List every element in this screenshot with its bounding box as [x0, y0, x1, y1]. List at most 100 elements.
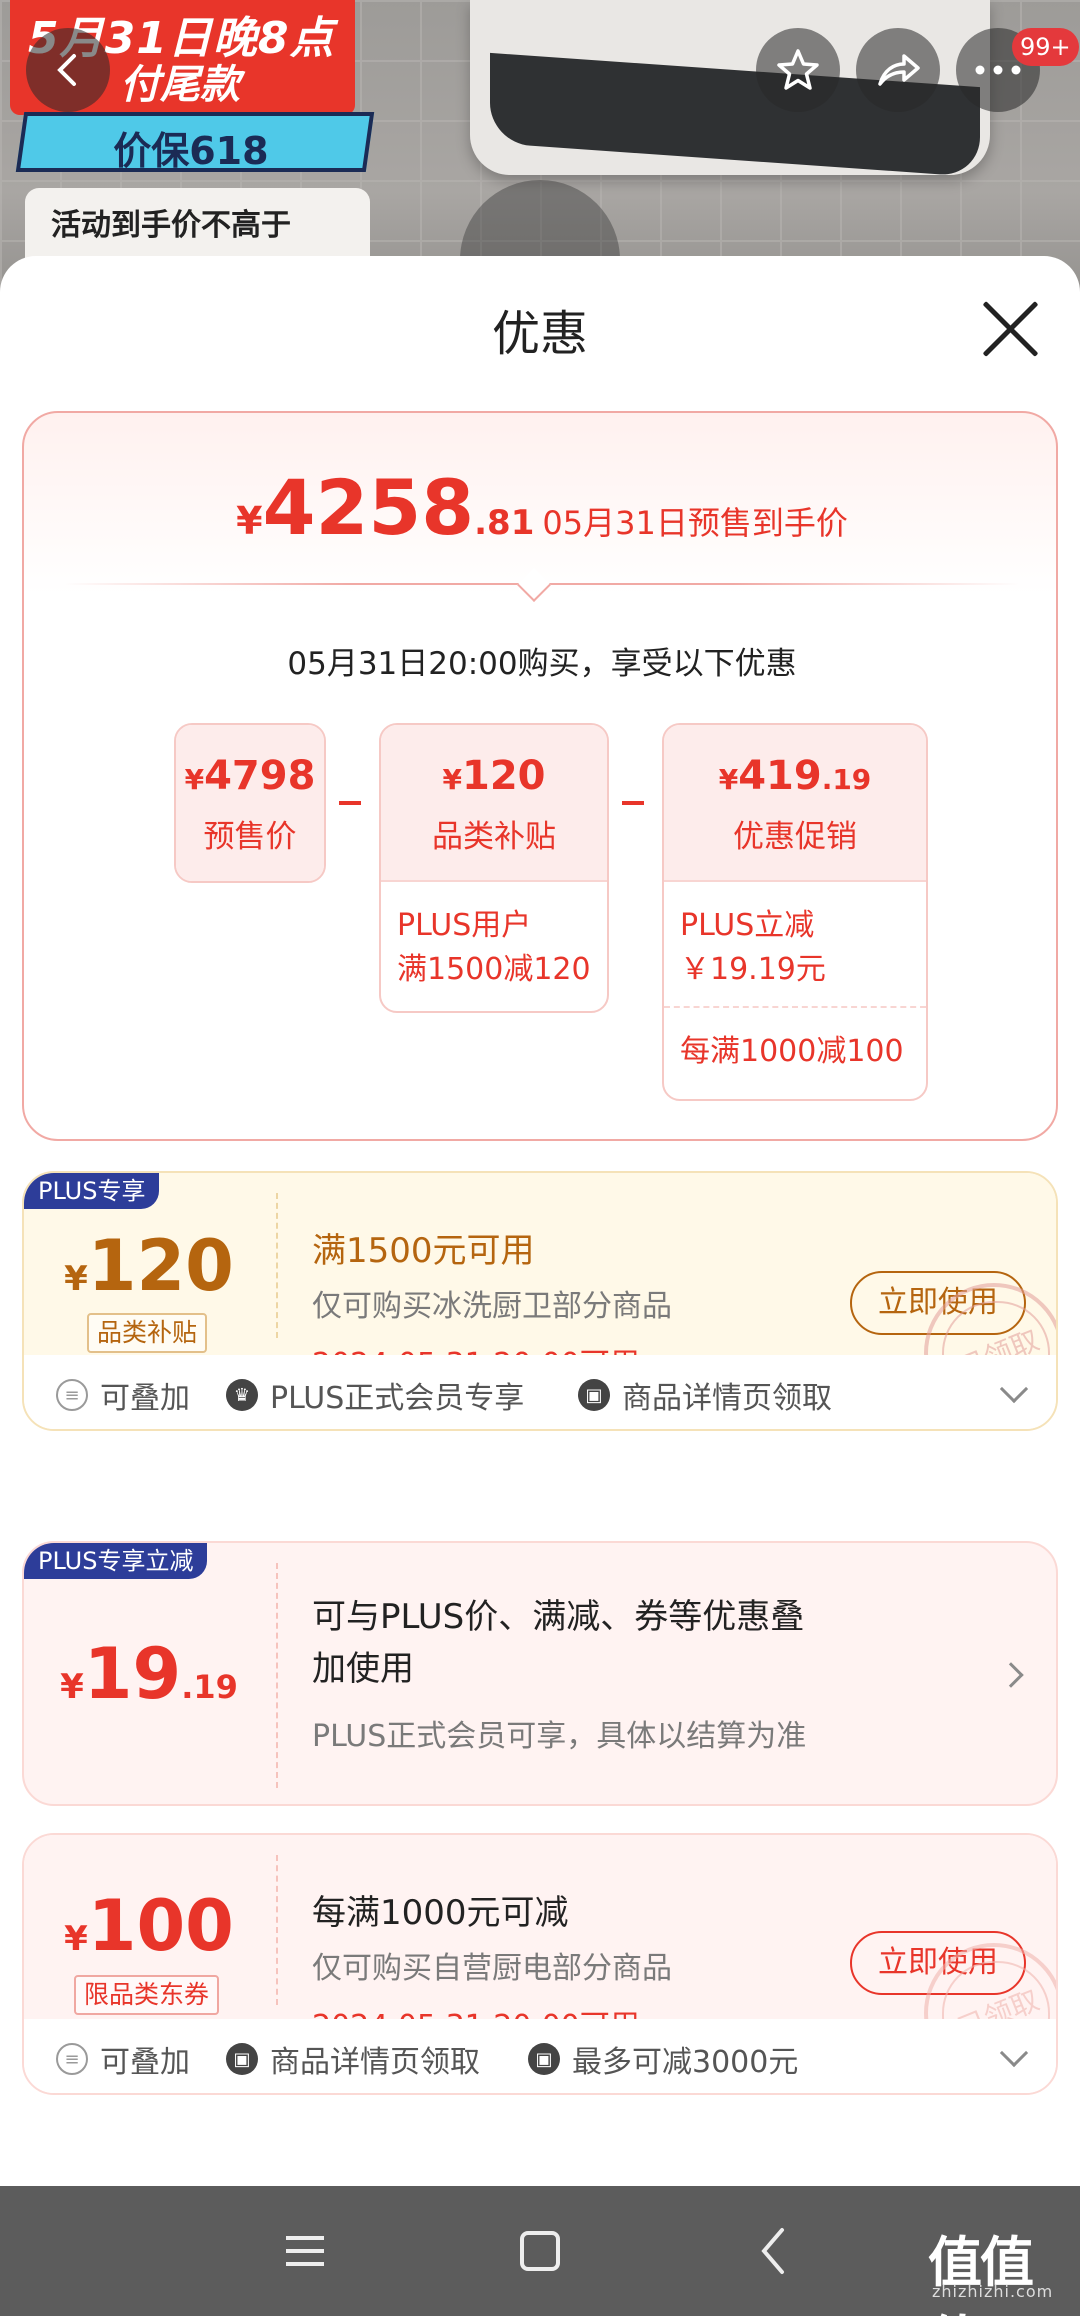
share-icon: [878, 54, 920, 86]
minus-sign: [339, 801, 361, 805]
breakdown-presale-price: ¥4798 预售价: [174, 723, 326, 883]
currency: ¥: [184, 763, 205, 796]
breakdown-promotion: ¥419.19 优惠促销 PLUS立减 ￥19.19元 每满1000减100: [662, 723, 928, 1101]
chevron-down-icon[interactable]: [999, 1374, 1029, 1404]
discount-sheet: 优惠 ¥4258.81 05月31日预售到手价 05月31日20:00购买，享受以…: [0, 256, 1080, 2186]
coupon-plus-discount[interactable]: PLUS专享立减 ¥19.19 可与PLUS价、满减、券等优惠叠 加使用 PLU…: [22, 1541, 1058, 1806]
favorite-button[interactable]: [756, 28, 840, 112]
message-badge: 99+: [1012, 28, 1079, 66]
banner-price-protect: 价保618: [15, 112, 375, 173]
final-price-label: 05月31日预售到手价: [542, 504, 848, 542]
decimal: .19: [821, 763, 872, 796]
chevron-right-icon: [998, 1662, 1024, 1688]
feature-stackable: ≡ 可叠加: [56, 1373, 190, 1417]
breakdown-head: ¥120 品类补贴: [381, 725, 607, 880]
minus-sign: [622, 801, 644, 805]
feature-plus-only: ♛ PLUS正式会员专享: [226, 1373, 524, 1417]
coupon-footer[interactable]: ≡ 可叠加 ♛ PLUS正式会员专享 ▣ 商品详情页领取: [24, 1355, 1056, 1429]
coupon-description: PLUS正式会员可享，具体以结算为准: [312, 1719, 807, 1754]
back-chevron-icon: [761, 2228, 784, 2274]
feature-text: 可叠加: [100, 2045, 190, 2080]
price-summary-card: ¥4258.81 05月31日预售到手价 05月31日20:00购买，享受以下优惠…: [22, 411, 1058, 1141]
feature-stackable: ≡ 可叠加: [56, 2037, 190, 2081]
recent-apps-button[interactable]: [270, 2216, 340, 2286]
plus-tag: PLUS专享立减: [24, 1543, 208, 1579]
breakdown-detail: PLUS用户 满1500减120: [381, 880, 607, 1006]
close-button[interactable]: [978, 296, 1044, 362]
coupon-amount: ¥120: [24, 1225, 274, 1307]
breakdown-label: 预售价: [203, 819, 297, 855]
back-button[interactable]: [26, 28, 110, 112]
feature-claim-location: ▣ 商品详情页领取: [226, 2037, 480, 2081]
final-price-integer: 4258: [262, 463, 475, 552]
coupon-icon: ▣: [528, 2043, 560, 2075]
detail-line: PLUS立减: [680, 908, 815, 943]
title-line: 可与PLUS价、满减、券等优惠叠: [312, 1597, 805, 1637]
feature-text: PLUS正式会员专享: [270, 1381, 525, 1416]
crown-icon: ♛: [226, 1379, 258, 1411]
home-square-icon: [520, 2231, 560, 2271]
breakdown-label: 优惠促销: [733, 819, 857, 855]
breakdown-value: ¥4798: [176, 725, 324, 799]
currency: ¥: [718, 763, 739, 796]
currency: ¥: [442, 763, 462, 796]
coupon-divider: [276, 1855, 278, 2005]
coupon-amount: ¥19.19: [24, 1633, 274, 1715]
breakdown-detail: PLUS立减 ￥19.19元: [664, 880, 926, 1006]
coupon-type-label: 限品类东券: [74, 1975, 220, 2015]
star-icon: [777, 49, 819, 90]
menu-icon: [286, 2236, 324, 2266]
value: 4798: [204, 753, 316, 799]
chevron-down-icon[interactable]: [999, 2038, 1029, 2068]
currency: ¥: [60, 1667, 84, 1707]
coupon-icon: ▣: [226, 2043, 258, 2075]
coupon-description: 仅可购买自营厨电部分商品: [312, 1951, 672, 1986]
feature-text: 可叠加: [100, 1381, 190, 1416]
feature-max-discount: ▣ 最多可减3000元: [528, 2037, 798, 2081]
detail-line: PLUS用户: [397, 908, 532, 943]
amount: 120: [87, 1225, 234, 1307]
currency: ¥: [64, 1919, 88, 1959]
value: 419: [738, 753, 822, 799]
sheet-title: 优惠: [491, 306, 588, 362]
back-nav-button[interactable]: [740, 2216, 810, 2286]
banner-line4: 活动到手价不高于: [51, 208, 291, 243]
coupon-divider: [276, 1563, 278, 1788]
feature-claim-location: ▣ 商品详情页领取: [578, 1373, 832, 1417]
value: 120: [461, 753, 546, 799]
final-price-decimal: .81: [474, 503, 535, 543]
banner-line2: 付尾款: [120, 62, 240, 108]
share-button[interactable]: [856, 28, 940, 112]
title-line: 加使用: [312, 1649, 414, 1689]
coupon-footer[interactable]: ≡ 可叠加 ▣ 商品详情页领取 ▣ 最多可减3000元: [24, 2019, 1056, 2093]
breakdown-label: 品类补贴: [432, 819, 556, 855]
breakdown-head: ¥4798 预售价: [176, 725, 324, 881]
feature-text: 最多可减3000元: [572, 2045, 799, 2080]
home-button[interactable]: [505, 2216, 575, 2286]
back-icon: [57, 54, 76, 86]
plus-tag: PLUS专享: [24, 1173, 160, 1209]
watermark-url: zhizhizhi.com: [932, 2282, 1054, 2301]
coupon-title: 满1500元可用: [312, 1231, 535, 1271]
decimal: .19: [181, 1668, 238, 1706]
watermark-logo: 值值值: [928, 2231, 1034, 2316]
coupon-amount: ¥100: [24, 1885, 274, 1967]
coupon-divider: [276, 1193, 278, 1338]
banner-line3: 价保618: [113, 129, 269, 173]
breakdown-value: ¥419.19: [664, 725, 926, 799]
breakdown-extra: 每满1000减100: [664, 1006, 926, 1090]
coupon-icon: ▣: [578, 1379, 610, 1411]
breakdown-value: ¥120: [381, 725, 607, 799]
coupon-title: 可与PLUS价、满减、券等优惠叠 加使用: [312, 1591, 804, 1695]
currency: ¥: [64, 1259, 88, 1299]
feature-text: 商品详情页领取: [270, 2045, 480, 2080]
summary-subtitle: 05月31日20:00购买，享受以下优惠: [287, 646, 797, 682]
coupon-limited-category: ¥100 限品类东券 每满1000元可减 仅可购买自营厨电部分商品 2024.0…: [22, 1833, 1058, 2095]
coupon-description: 仅可购买冰洗厨卫部分商品: [312, 1289, 672, 1324]
coupon-category-subsidy: PLUS专享 ¥120 品类补贴 满1500元可用 仅可购买冰洗厨卫部分商品 2…: [22, 1171, 1058, 1431]
feature-text: 商品详情页领取: [622, 1381, 832, 1416]
amount: 19: [83, 1633, 182, 1715]
coupon-type-label: 品类补贴: [87, 1313, 208, 1353]
divider-notch: [517, 568, 551, 602]
detail-line: 满1500减120: [397, 952, 591, 987]
